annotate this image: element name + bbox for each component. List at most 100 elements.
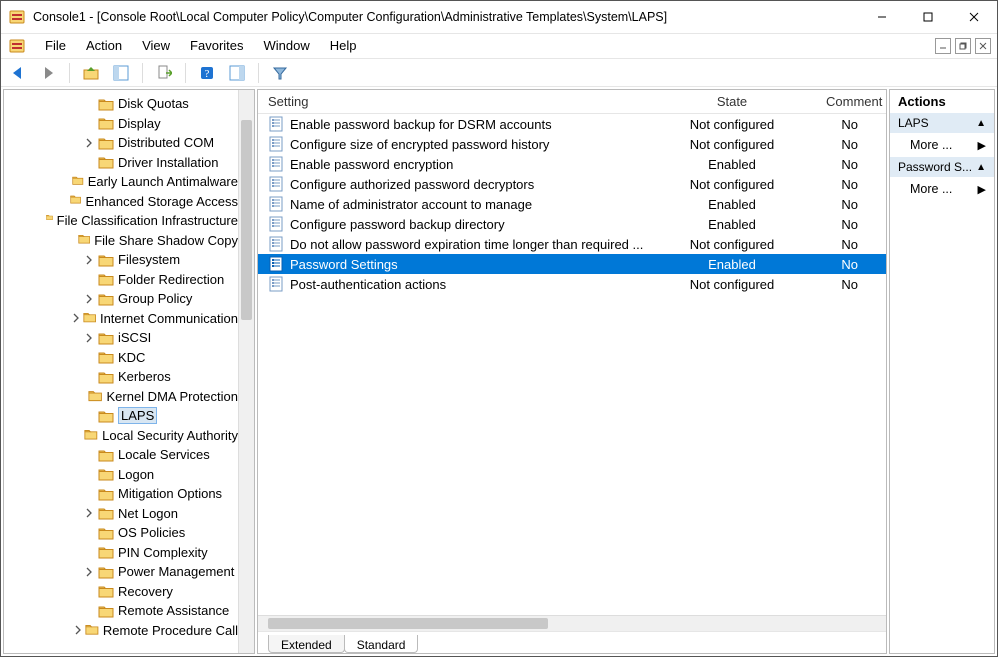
tree-item[interactable]: Group Policy (4, 289, 238, 309)
filter-button[interactable] (269, 62, 291, 84)
setting-row[interactable]: Configure size of encrypted password his… (258, 134, 886, 154)
tree-item[interactable]: KDC (4, 348, 238, 368)
tree-item[interactable]: Locale Services (4, 445, 238, 465)
menu-item-window[interactable]: Window (254, 34, 320, 58)
actions-link[interactable]: More ... ▶ (890, 177, 994, 201)
mmc-window: Console1 - [Console Root\Local Computer … (0, 0, 998, 657)
tree-item[interactable]: Display (4, 114, 238, 134)
tree-item[interactable]: Distributed COM (4, 133, 238, 153)
tree-item-label: PIN Complexity (118, 545, 208, 560)
tree-item[interactable]: Net Logon (4, 504, 238, 524)
column-comment[interactable]: Comment (816, 90, 886, 113)
actions-link[interactable]: More ...▶ (890, 133, 994, 157)
document-icon (9, 38, 25, 54)
chevron-right-icon: ▶ (978, 183, 986, 196)
close-button[interactable] (951, 1, 997, 33)
tree-item[interactable]: PIN Complexity (4, 543, 238, 563)
setting-row[interactable]: Configure authorized password decryptors… (258, 174, 886, 194)
help-button[interactable]: ? (196, 62, 218, 84)
listview-hscrollbar[interactable] (258, 615, 886, 631)
setting-row[interactable]: Do not allow password expiration time lo… (258, 234, 886, 254)
tree-view[interactable]: Disk Quotas DisplayDistributed COM Drive… (4, 90, 238, 653)
tree-item[interactable]: Filesystem (4, 250, 238, 270)
expand-icon (84, 156, 98, 168)
folder-icon (98, 97, 114, 111)
menu-item-view[interactable]: View (132, 34, 180, 58)
expand-icon[interactable] (84, 567, 98, 577)
tree-item[interactable]: Remote Assistance (4, 601, 238, 621)
tree-item[interactable]: Folder Redirection (4, 270, 238, 290)
tree-item[interactable]: Early Launch Antimalware (4, 172, 238, 192)
tree-item[interactable]: Driver Installation (4, 153, 238, 173)
setting-row[interactable]: Password SettingsEnabledNo (258, 254, 886, 274)
menu-item-file[interactable]: File (35, 34, 76, 58)
setting-row[interactable]: Configure password backup directoryEnabl… (258, 214, 886, 234)
tree-item[interactable]: OS Policies (4, 523, 238, 543)
expand-icon[interactable] (84, 294, 98, 304)
menu-item-action[interactable]: Action (76, 34, 132, 58)
tree-item[interactable]: Logon (4, 465, 238, 485)
mdi-restore-button[interactable] (955, 38, 971, 54)
collapse-icon: ▲ (976, 118, 986, 129)
chevron-right-icon: ▶ (978, 139, 986, 152)
setting-row[interactable]: Post-authentication actionsNot configure… (258, 274, 886, 294)
setting-name: Enable password backup for DSRM accounts (290, 117, 552, 132)
menu-item-help[interactable]: Help (320, 34, 367, 58)
maximize-button[interactable] (905, 1, 951, 33)
tab-extended[interactable]: Extended (268, 635, 345, 653)
tree-item[interactable]: File Share Shadow Copy (4, 231, 238, 251)
folder-icon (98, 487, 114, 501)
folder-icon (72, 175, 84, 189)
tree-item-label: Filesystem (118, 252, 180, 267)
listview-header[interactable]: Setting State Comment (258, 90, 886, 114)
expand-icon[interactable] (84, 333, 98, 343)
tree-item[interactable]: Disk Quotas (4, 94, 238, 114)
tab-standard[interactable]: Standard (344, 635, 419, 653)
expand-icon[interactable] (84, 138, 98, 148)
export-button[interactable] (153, 62, 175, 84)
tree-item[interactable]: iSCSI (4, 328, 238, 348)
tree-item[interactable]: Recovery (4, 582, 238, 602)
toolbar: ? (1, 59, 997, 87)
tree-item-label: Net Logon (118, 506, 178, 521)
minimize-button[interactable] (859, 1, 905, 33)
setting-row[interactable]: Enable password backup for DSRM accounts… (258, 114, 886, 134)
tree-item[interactable]: Internet Communication (4, 309, 238, 329)
forward-button[interactable] (37, 62, 59, 84)
tree-item-label: KDC (118, 350, 145, 365)
scrollbar-thumb[interactable] (268, 618, 548, 629)
column-state[interactable]: State (648, 90, 816, 113)
expand-icon (76, 390, 89, 402)
tree-item[interactable]: Kernel DMA Protection (4, 387, 238, 407)
tree-item[interactable]: Enhanced Storage Access (4, 192, 238, 212)
up-button[interactable] (80, 62, 102, 84)
show-tree-button[interactable] (110, 62, 132, 84)
folder-icon (98, 506, 114, 520)
expand-icon (84, 449, 98, 461)
tree-item[interactable]: File Classification Infrastructure (4, 211, 238, 231)
tree-item[interactable]: Remote Procedure Call (4, 621, 238, 641)
tree-item[interactable]: Power Management (4, 562, 238, 582)
properties-button[interactable] (226, 62, 248, 84)
back-button[interactable] (7, 62, 29, 84)
actions-section-header[interactable]: LAPS▲ (890, 113, 994, 133)
setting-row[interactable]: Name of administrator account to manageE… (258, 194, 886, 214)
actions-link-label: More ... (910, 182, 952, 196)
tree-item[interactable]: Kerberos (4, 367, 238, 387)
expand-icon[interactable] (84, 255, 98, 265)
tree-item[interactable]: Local Security Authority (4, 426, 238, 446)
tree-scrollbar[interactable] (238, 90, 254, 653)
menu-item-favorites[interactable]: Favorites (180, 34, 253, 58)
setting-comment: No (816, 157, 886, 172)
expand-icon[interactable] (84, 508, 98, 518)
scrollbar-thumb[interactable] (241, 120, 252, 320)
actions-section-header[interactable]: Password S...▲ (890, 157, 994, 177)
mdi-minimize-button[interactable] (935, 38, 951, 54)
tree-item[interactable]: LAPS (4, 406, 238, 426)
expand-icon[interactable] (73, 625, 85, 635)
setting-row[interactable]: Enable password encryptionEnabledNo (258, 154, 886, 174)
expand-icon[interactable] (71, 313, 83, 323)
column-setting[interactable]: Setting (258, 90, 648, 113)
tree-item[interactable]: Mitigation Options (4, 484, 238, 504)
mdi-close-button[interactable] (975, 38, 991, 54)
